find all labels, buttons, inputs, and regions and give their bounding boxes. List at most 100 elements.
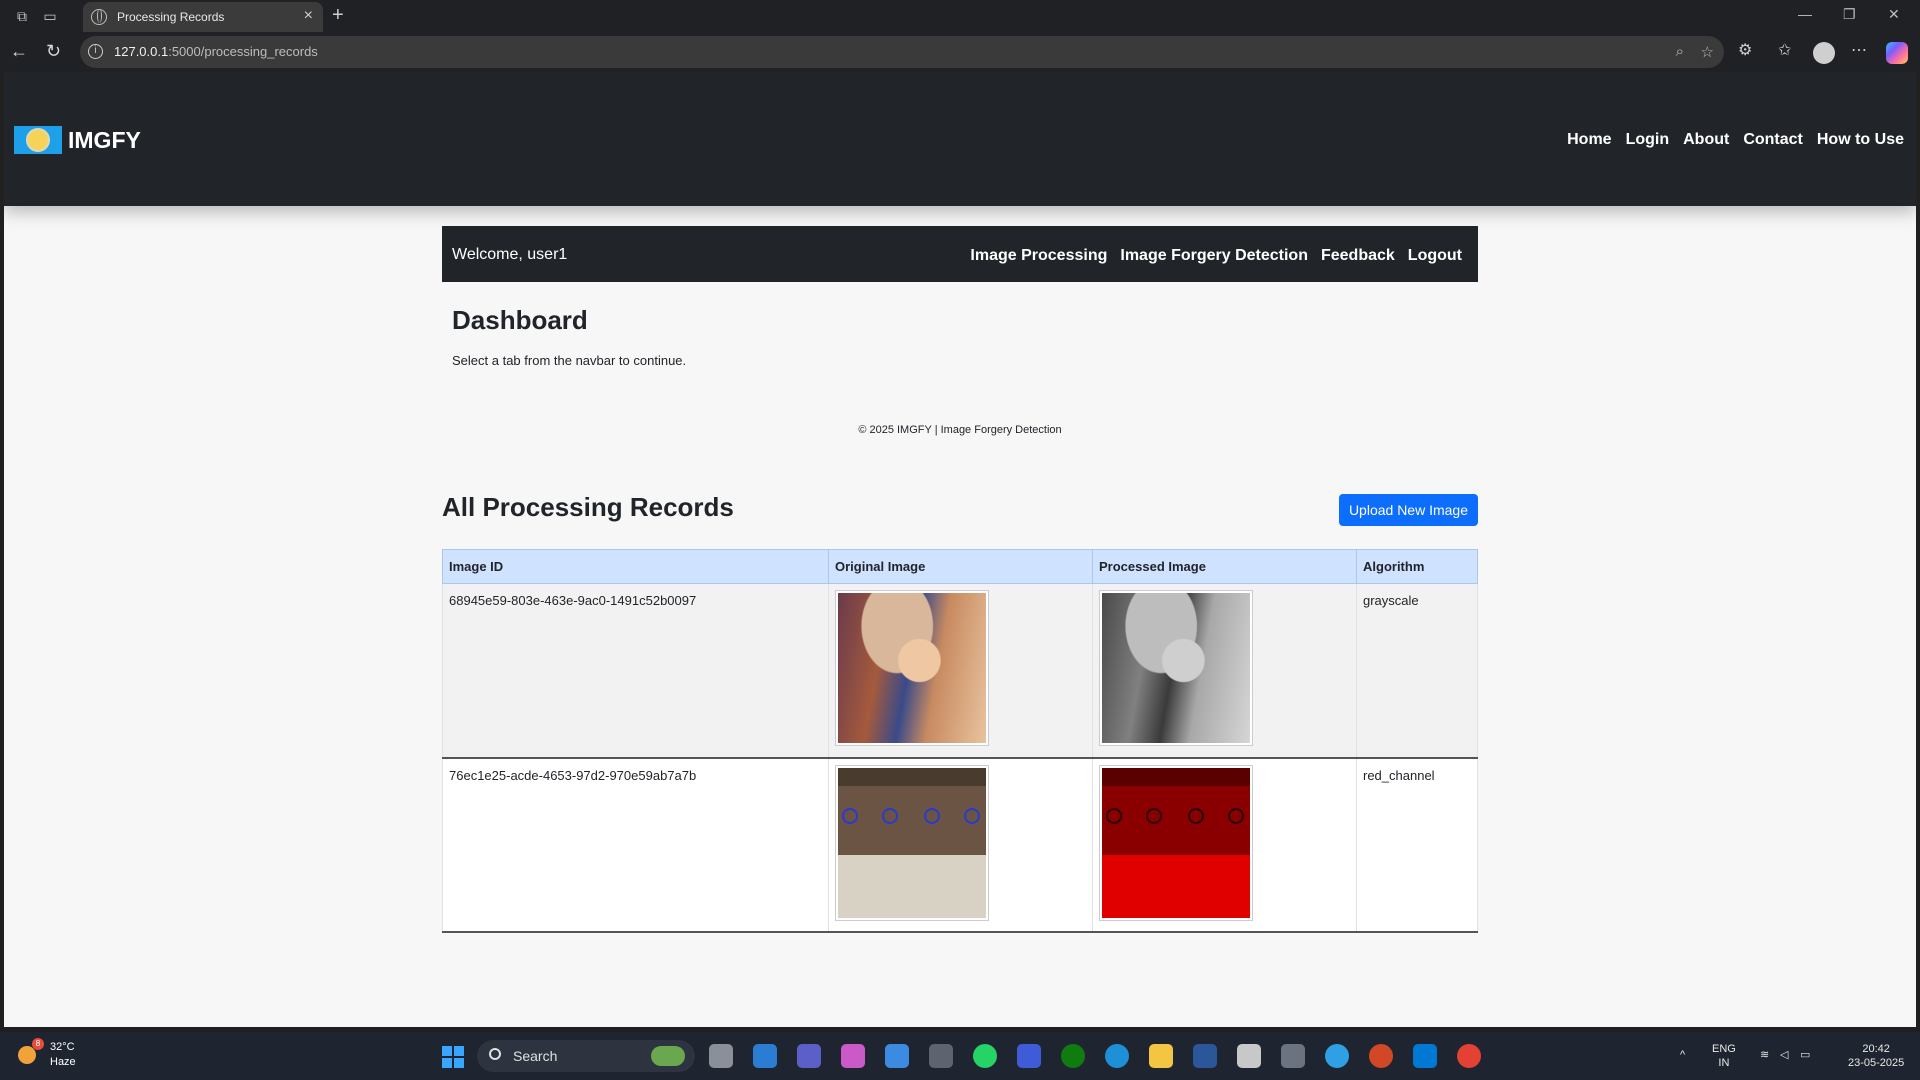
original-image-cell — [828, 757, 1093, 933]
dashboard-hint: Select a tab from the navbar to continue… — [452, 353, 687, 368]
copilot-app-icon[interactable] — [841, 1044, 865, 1068]
windows-taskbar: 8 32°C Haze Search ^ ENG IN ≋ ◁ ▭ 20:42 23-… — [0, 1032, 1920, 1080]
site-info-icon[interactable]: i — [88, 44, 103, 59]
original-image-thumbnail[interactable] — [835, 764, 989, 921]
address-bar[interactable]: i 127.0.0.1:5000/processing_records ⌕ ☆ — [80, 36, 1724, 68]
browser-icon[interactable] — [1325, 1044, 1349, 1068]
browser-chrome: ⧉ ▭ Processing Records × + — ❐ ✕ ← ↻ i 1… — [0, 0, 1920, 72]
search-highlight-icon — [651, 1046, 685, 1066]
col-image-id: Image ID — [442, 549, 829, 584]
search-label: Search — [513, 1048, 558, 1064]
new-tab-icon[interactable]: + — [332, 4, 344, 27]
algorithm-cell: red_channel — [1356, 757, 1478, 933]
nav-about[interactable]: About — [1683, 131, 1729, 149]
close-tab-icon[interactable]: × — [304, 7, 313, 25]
favorites-icon[interactable]: ✩ — [1778, 40, 1791, 60]
footer-text: © 2025 IMGFY | Image Forgery Detection — [858, 424, 1062, 436]
image-id-cell: 76ec1e25-acde-4653-97d2-970e59ab7a7b — [442, 757, 829, 933]
subnav-image-forgery-detection[interactable]: Image Forgery Detection — [1120, 247, 1308, 265]
table-row: 68945e59-803e-463e-9ac0-1491c52b0097 gra… — [442, 583, 1478, 759]
whatsapp-icon[interactable] — [973, 1044, 997, 1068]
xbox-icon[interactable] — [1061, 1044, 1085, 1068]
records-table-wrap: Image ID Original Image Processed Image … — [442, 549, 1478, 933]
url-text[interactable]: 127.0.0.1:5000/processing_records — [114, 44, 318, 59]
processed-image-cell — [1092, 757, 1357, 933]
favorite-star-icon[interactable]: ☆ — [1701, 43, 1714, 61]
nav-contact[interactable]: Contact — [1743, 131, 1803, 149]
tab-strip: ⧉ ▭ Processing Records × + — ❐ ✕ — [0, 0, 1920, 32]
wifi-icon[interactable]: ≋ — [1760, 1048, 1769, 1062]
globe-icon — [91, 9, 107, 25]
processed-image-cell — [1092, 583, 1357, 759]
original-image-thumbnail[interactable] — [835, 590, 989, 746]
records-table: Image ID Original Image Processed Image … — [442, 549, 1478, 933]
table-row: 76ec1e25-acde-4653-97d2-970e59ab7a7b red… — [442, 757, 1478, 933]
volume-icon[interactable]: ◁ — [1780, 1048, 1788, 1062]
battery-icon[interactable]: ▭ — [1800, 1048, 1810, 1062]
address-row: ← ↻ i 127.0.0.1:5000/processing_records … — [0, 33, 1920, 71]
algorithm-cell: grayscale — [1356, 583, 1478, 759]
processed-image-thumbnail[interactable] — [1099, 764, 1253, 921]
snipping-tool-icon[interactable] — [1237, 1044, 1261, 1068]
search-icon — [489, 1048, 501, 1060]
edge-icon[interactable] — [1105, 1044, 1129, 1068]
nav-how-to-use[interactable]: How to Use — [1817, 131, 1904, 149]
app-icon[interactable] — [929, 1044, 953, 1068]
app-icon[interactable] — [1017, 1044, 1041, 1068]
nav-login[interactable]: Login — [1626, 131, 1670, 149]
logo-icon[interactable] — [14, 126, 62, 154]
weather-condition: Haze — [50, 1056, 76, 1068]
file-explorer-icon[interactable] — [1149, 1044, 1173, 1068]
weather-temp: 32°C — [50, 1041, 75, 1053]
copilot-icon[interactable] — [1886, 42, 1908, 64]
back-icon[interactable]: ← — [10, 41, 28, 62]
refresh-icon[interactable]: ↻ — [46, 41, 61, 62]
more-menu-icon[interactable]: ⋯ — [1851, 40, 1867, 60]
site-header: IMGFY Home Login About Contact How to Us… — [4, 72, 1916, 206]
store-icon[interactable] — [885, 1044, 909, 1068]
subnav-feedback[interactable]: Feedback — [1321, 247, 1395, 265]
tray-chevron-icon[interactable]: ^ — [1680, 1048, 1685, 1062]
table-header-row: Image ID Original Image Processed Image … — [442, 549, 1478, 584]
tab-title: Processing Records — [117, 10, 225, 24]
image-id-cell: 68945e59-803e-463e-9ac0-1491c52b0097 — [442, 583, 829, 759]
nav-home[interactable]: Home — [1567, 131, 1611, 149]
dashboard-container: Welcome, user1 Image Processing Image Fo… — [442, 226, 1478, 526]
subnav-logout[interactable]: Logout — [1408, 247, 1462, 265]
minimize-icon[interactable]: — — [1798, 6, 1812, 22]
weather-badge: 8 — [32, 1038, 44, 1050]
col-original-image: Original Image — [828, 549, 1093, 584]
upload-new-image-button[interactable]: Upload New Image — [1338, 494, 1478, 526]
tab-actions-icon[interactable]: ▭ — [40, 6, 60, 26]
zoom-icon[interactable]: ⌕ — [1676, 43, 1684, 60]
teams-icon[interactable] — [797, 1044, 821, 1068]
welcome-text: Welcome, user1 — [452, 246, 568, 263]
vscode-icon[interactable] — [1413, 1044, 1437, 1068]
notepad-icon[interactable] — [753, 1044, 777, 1068]
web-page: IMGFY Home Login About Contact How to Us… — [4, 72, 1916, 1027]
taskbar-search[interactable]: Search — [477, 1040, 695, 1072]
word-icon[interactable] — [1193, 1044, 1217, 1068]
profile-avatar[interactable] — [1813, 42, 1835, 64]
tab-processing-records[interactable]: Processing Records × — [83, 2, 323, 32]
brand-name[interactable]: IMGFY — [68, 127, 141, 154]
col-processed-image: Processed Image — [1092, 549, 1357, 584]
original-image-cell — [828, 583, 1093, 759]
records-title: All Processing Records — [442, 492, 734, 522]
powerpoint-icon[interactable] — [1369, 1044, 1393, 1068]
workspaces-icon[interactable]: ⧉ — [12, 6, 32, 26]
main-nav: Home Login About Contact How to Use — [1567, 131, 1904, 149]
restore-icon[interactable]: ❐ — [1843, 6, 1856, 23]
page-title: Dashboard — [452, 305, 588, 335]
processed-image-thumbnail[interactable] — [1099, 590, 1253, 746]
start-windows-icon[interactable] — [442, 1046, 464, 1068]
extensions-icon[interactable]: ⚙ — [1738, 40, 1752, 60]
subnav-image-processing[interactable]: Image Processing — [970, 247, 1107, 265]
chrome-icon[interactable] — [1457, 1044, 1481, 1068]
user-subnav: Welcome, user1 Image Processing Image Fo… — [442, 226, 1478, 282]
language-indicator[interactable]: ENG IN — [1712, 1042, 1736, 1070]
task-view-icon[interactable] — [709, 1044, 733, 1068]
close-window-icon[interactable]: ✕ — [1888, 6, 1900, 23]
clock[interactable]: 20:42 23-05-2025 — [1848, 1042, 1904, 1070]
calculator-icon[interactable] — [1281, 1044, 1305, 1068]
